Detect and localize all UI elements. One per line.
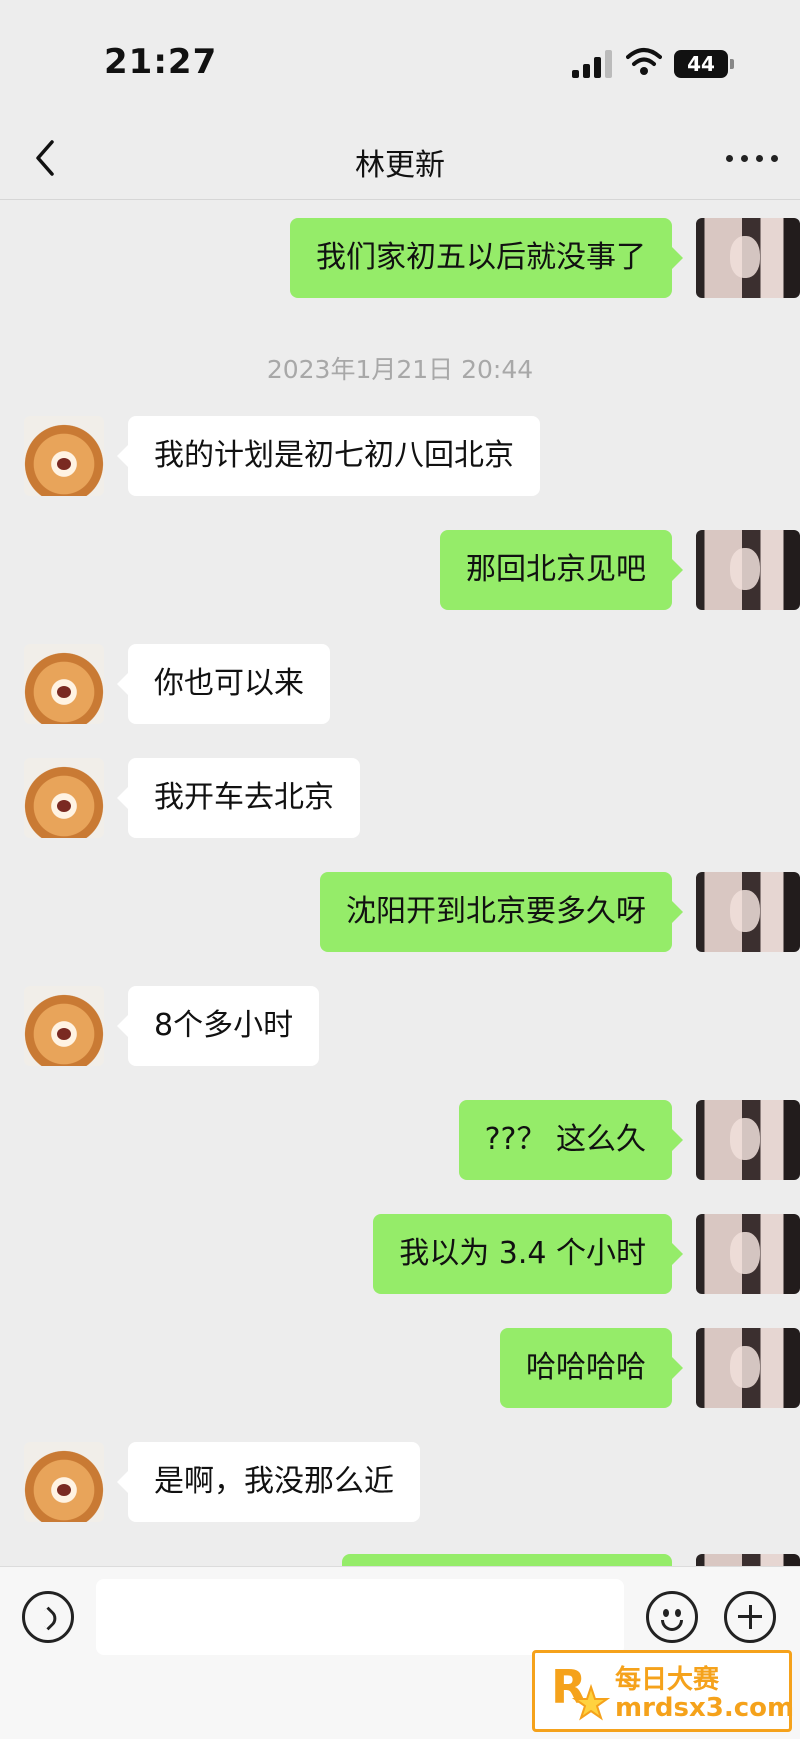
avatar[interactable] [696,1554,800,1566]
message-bubble-incoming[interactable]: 你也可以来 [117,644,330,724]
message-bubble-outgoing-partial[interactable] [342,1554,672,1566]
more-options-icon[interactable] [726,148,796,168]
watermark-logo-icon: R [551,1660,611,1721]
watermark-url: mrdsx3.com [615,1693,795,1723]
watermark-badge: R 每日大赛 mrdsx3.com [532,1650,795,1732]
avatar[interactable] [696,1328,800,1408]
message-bubble-outgoing[interactable]: 那回北京见吧 [440,530,683,610]
timestamp: 2023年1月21日 20:44 [266,355,534,384]
message-bubble-incoming[interactable]: 我的计划是初七初八回北京 [117,416,540,496]
message-bubble-incoming[interactable]: 我开车去北京 [117,758,360,838]
chat-header: 林更新 [0,120,800,200]
message-bubble-outgoing[interactable]: 哈哈哈哈 [500,1328,683,1408]
message-bubble-outgoing[interactable]: 我们家初五以后就没事了 [290,218,683,298]
message-input[interactable] [96,1579,624,1655]
chat-title: 林更新 [355,148,445,183]
avatar[interactable] [24,416,104,496]
avatar[interactable] [696,1100,800,1180]
avatar[interactable] [696,218,800,298]
message-bubble-outgoing[interactable]: 沈阳开到北京要多久呀 [320,872,683,952]
avatar[interactable] [696,872,800,952]
status-bar: 21:27 44 [0,0,800,120]
watermark-title: 每日大赛 [615,1665,720,1695]
svg-text:R: R [551,1660,586,1714]
emoji-icon[interactable] [646,1591,698,1643]
message-bubble-incoming[interactable]: 是啊，我没那么近 [117,1442,420,1522]
message-list[interactable]: 我们家初五以后就没事了 2023年1月21日 20:44 我的计划是初七初八回北… [0,200,800,1566]
cellular-signal-icon [572,50,612,78]
avatar[interactable] [24,1442,104,1522]
avatar[interactable] [24,986,104,1066]
message-bubble-outgoing[interactable]: 我以为 3.4 个小时 [373,1214,683,1294]
voice-input-icon[interactable] [22,1591,74,1643]
battery-indicator: 44 [674,50,734,78]
avatar[interactable] [24,644,104,724]
message-bubble-incoming[interactable]: 8个多小时 [116,986,320,1066]
status-time: 21:27 [104,42,218,82]
message-bubble-outgoing[interactable]: ??？ 这么久 [458,1100,684,1180]
avatar[interactable] [24,758,104,838]
avatar[interactable] [696,530,800,610]
wifi-icon [626,48,662,75]
add-attachment-icon[interactable] [724,1591,776,1643]
avatar[interactable] [696,1214,800,1294]
